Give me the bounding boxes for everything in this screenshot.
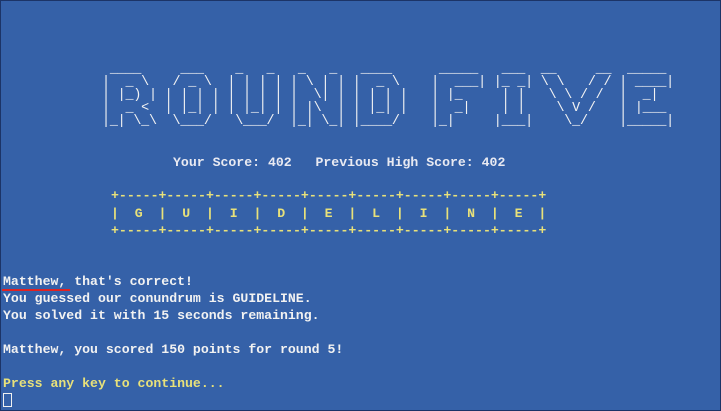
board-border-top: +-----+-----+-----+-----+-----+-----+---… — [111, 188, 547, 203]
board-border-bottom: +-----+-----+-----+-----+-----+-----+---… — [111, 223, 547, 238]
text-cursor — [3, 393, 12, 407]
round-five-ascii-banner: ____ ___ _ _ _ _ ____ _____ ___ __ __ __… — [102, 62, 675, 129]
correct-suffix: , that's correct! — [58, 274, 193, 289]
continue-prompt[interactable]: Press any key to continue... — [3, 376, 225, 392]
score-line: Your Score: 402 Previous High Score: 402 — [173, 155, 506, 170]
correct-message: Matthew, that's correct! — [3, 274, 193, 290]
terminal-window: ____ ___ _ _ _ _ ____ _____ ___ __ __ __… — [0, 0, 721, 411]
player-name: Matthew — [3, 274, 59, 289]
conundrum-message: You guessed our conundrum is GUIDELINE. — [3, 291, 312, 306]
points-message: Matthew, you scored 150 points for round… — [3, 342, 344, 357]
board-letters-row: | G | U | I | D | E | L | I | N | E | — [111, 206, 547, 221]
time-message: You solved it with 15 seconds remaining. — [3, 308, 320, 323]
